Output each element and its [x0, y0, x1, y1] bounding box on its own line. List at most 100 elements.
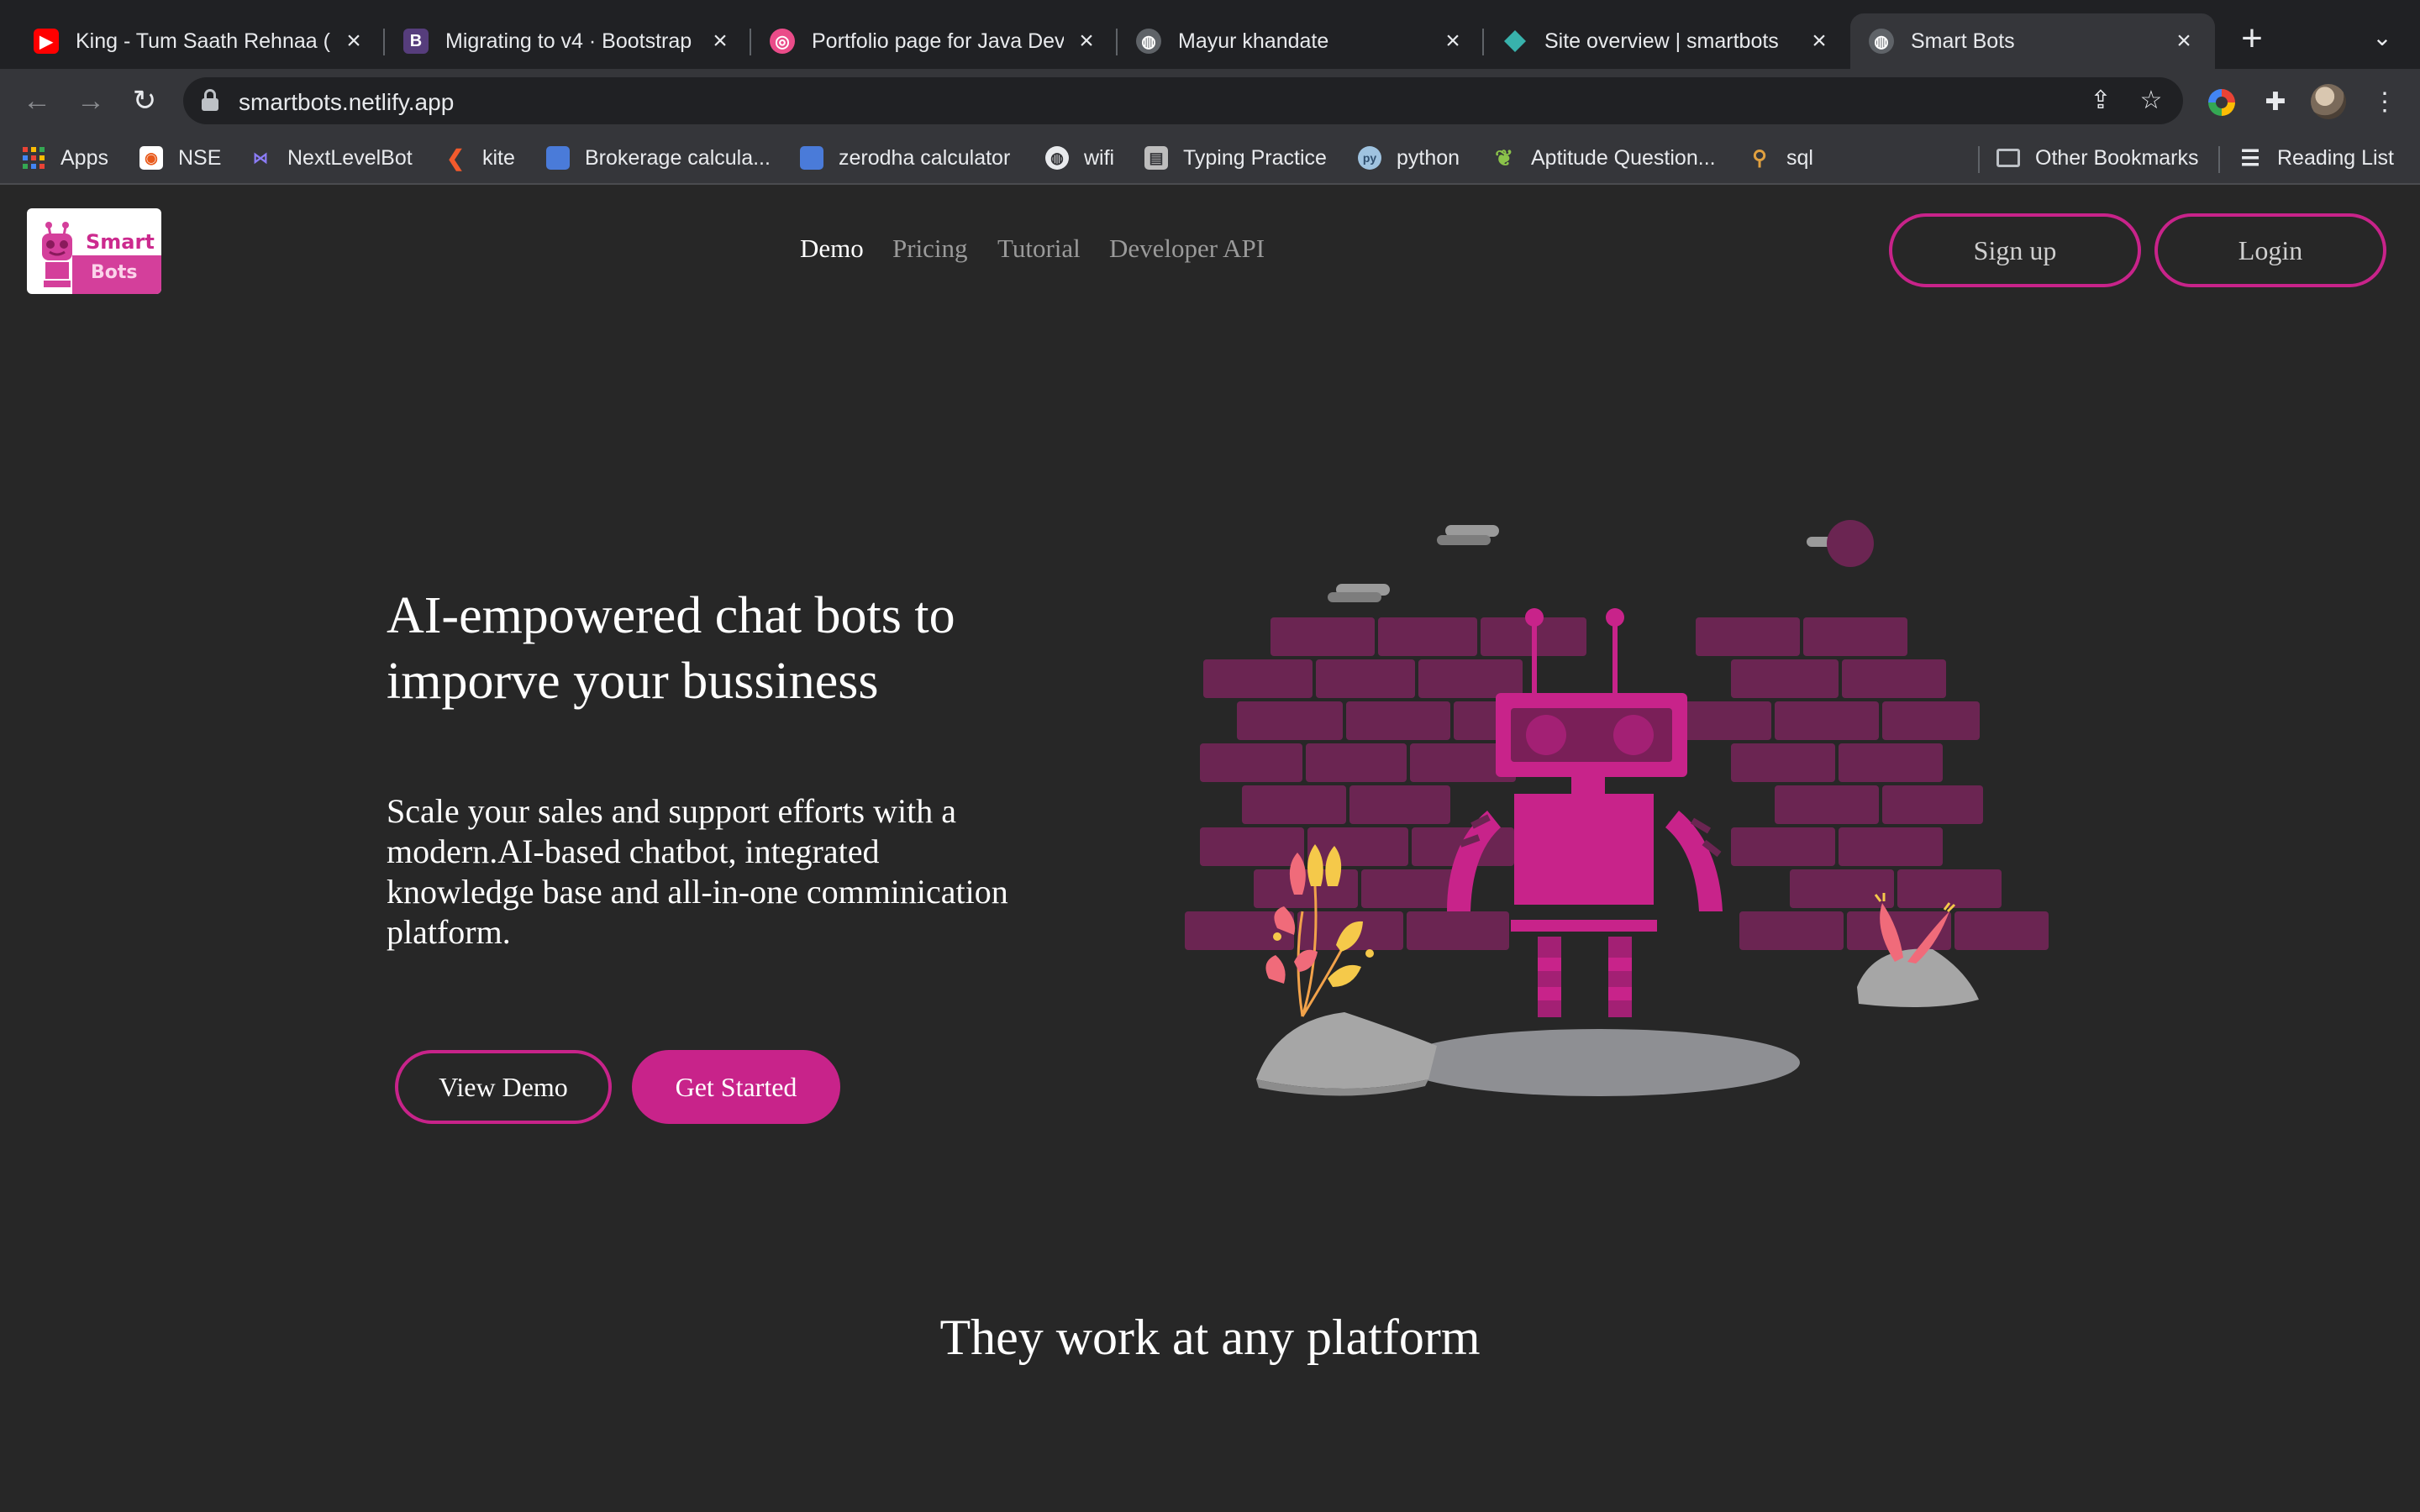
- url-text[interactable]: smartbots.netlify.app: [239, 89, 454, 116]
- get-started-button[interactable]: Get Started: [632, 1050, 840, 1124]
- section-title: They work at any platform: [939, 1310, 1481, 1365]
- more-menu-icon[interactable]: ⋮: [2368, 86, 2402, 119]
- bookmark-aptitude[interactable]: ❦ Aptitude Question...: [1492, 143, 1716, 173]
- bookmark-label: Other Bookmarks: [2035, 145, 2199, 170]
- document-icon: [800, 146, 823, 170]
- new-tab-icon[interactable]: +: [2235, 20, 2269, 57]
- share-icon[interactable]: ⇪: [2087, 87, 2114, 114]
- folder-icon: [1996, 149, 2020, 167]
- globe-icon: ◍: [1136, 29, 1161, 54]
- bookmark-label: python: [1397, 145, 1460, 170]
- bookmarks-divider: [1978, 146, 1980, 173]
- bookmark-python[interactable]: py python: [1358, 143, 1460, 173]
- browser-tab-youtube[interactable]: ▶ King - Tum Saath Rehnaa (C ×: [15, 13, 385, 69]
- tab-title: Portfolio page for Java Dev: [812, 29, 1064, 53]
- tab-title: Mayur khandate: [1178, 29, 1329, 53]
- nextlevelbot-icon: ⋈: [253, 149, 268, 166]
- browser-tab-bootstrap[interactable]: B Migrating to v4 · Bootstrap ×: [385, 13, 751, 69]
- close-tab-icon[interactable]: ×: [1074, 27, 1099, 55]
- lock-icon: [202, 89, 218, 111]
- browser-tab-mayur[interactable]: ◍ Mayur khandate ×: [1118, 13, 1484, 69]
- close-tab-icon[interactable]: ×: [1807, 27, 1832, 55]
- bookmark-label: wifi: [1084, 145, 1115, 170]
- tab-title: King - Tum Saath Rehnaa (C: [76, 29, 331, 53]
- leaf-icon: ❦: [1495, 144, 1513, 171]
- bookmark-label: sql: [1786, 145, 1813, 170]
- nav-link-tutorial[interactable]: Tutorial: [997, 234, 1081, 264]
- bootstrap-icon: B: [403, 29, 429, 54]
- extensions-puzzle-icon[interactable]: ✚: [2259, 86, 2292, 119]
- bookmark-label: Brokerage calcula...: [585, 145, 771, 170]
- nse-icon: ◉: [139, 146, 163, 170]
- bookmark-typing[interactable]: ▤ Typing Practice: [1144, 143, 1327, 173]
- bookmark-label: Typing Practice: [1183, 145, 1327, 170]
- typing-icon: ▤: [1144, 146, 1168, 170]
- webpage: Smart Bots Demo Pricing Tutorial Develop…: [0, 185, 2420, 1512]
- bookmarks-divider: [2218, 146, 2220, 173]
- forward-arrow-icon[interactable]: →: [71, 81, 111, 121]
- close-tab-icon[interactable]: ×: [708, 27, 733, 55]
- reading-list[interactable]: ☰ Reading List: [2238, 143, 2394, 173]
- netlify-icon: [1502, 29, 1528, 54]
- globe-icon: ◍: [1869, 29, 1894, 54]
- tab-title: Migrating to v4 · Bootstrap: [445, 29, 692, 53]
- browser-toolbar: ← → ↻ smartbots.netlify.app ⇪ ☆ ✚ ⋮: [0, 69, 2420, 133]
- hero-title: AI-empowered chat bots to imporve your b…: [387, 587, 955, 710]
- bookmark-apps[interactable]: Apps: [22, 143, 108, 173]
- close-tab-icon[interactable]: ×: [1440, 27, 1465, 55]
- ground-shadow: [1397, 1029, 1800, 1096]
- moon-decoration: [1827, 520, 1874, 567]
- bookmark-zerodha[interactable]: zerodha calculator: [800, 143, 1010, 173]
- reading-list-icon: ☰: [2240, 144, 2260, 171]
- view-demo-button[interactable]: View Demo: [395, 1050, 612, 1124]
- bookmark-label: kite: [482, 145, 515, 170]
- globe-icon: ◍: [1045, 146, 1069, 170]
- document-icon: [546, 146, 570, 170]
- browser-tab-dribbble[interactable]: ◎ Portfolio page for Java Dev ×: [751, 13, 1118, 69]
- bookmark-label: zerodha calculator: [839, 145, 1011, 170]
- bookmark-brokerage[interactable]: Brokerage calcula...: [546, 143, 771, 173]
- python-icon: py: [1358, 146, 1381, 170]
- bookmark-nextlevelbot[interactable]: ⋈ NextLevelBot: [249, 143, 413, 173]
- star-bookmark-icon[interactable]: ☆: [2138, 87, 2165, 114]
- bookmark-kite[interactable]: ❮ kite: [444, 143, 515, 173]
- address-bar[interactable]: smartbots.netlify.app ⇪ ☆: [183, 77, 2183, 124]
- browser-tab-smartbots[interactable]: ◍ Smart Bots ×: [1850, 13, 2215, 69]
- logo-text-bots: Bots: [91, 262, 138, 283]
- kite-icon: ❮: [446, 144, 465, 171]
- chevron-down-icon[interactable]: ⌄: [2365, 24, 2399, 57]
- bookmark-sql[interactable]: ⚲ sql: [1748, 143, 1813, 173]
- dribbble-icon: ◎: [770, 29, 795, 54]
- sql-icon: ⚲: [1752, 146, 1767, 170]
- logo-band: Bots: [72, 255, 161, 294]
- browser-tab-netlify[interactable]: Site overview | smartbots ×: [1484, 13, 1850, 69]
- close-tab-icon[interactable]: ×: [341, 27, 366, 55]
- signup-button[interactable]: Sign up: [1889, 213, 2141, 287]
- bookmark-other[interactable]: Other Bookmarks: [1996, 143, 2199, 173]
- bookmark-wifi[interactable]: ◍ wifi: [1045, 143, 1114, 173]
- bookmark-label: NSE: [178, 145, 222, 170]
- rock-left: [1256, 1012, 1437, 1089]
- nav-link-developer-api[interactable]: Developer API: [1109, 234, 1265, 264]
- color-extension-icon[interactable]: [2208, 89, 2235, 116]
- back-arrow-icon[interactable]: ←: [17, 81, 57, 121]
- nav-link-pricing[interactable]: Pricing: [892, 234, 968, 264]
- bookmarks-bar: Apps ◉ NSE ⋈ NextLevelBot ❮ kite Brokera…: [0, 133, 2420, 185]
- robot-illustration: [1185, 520, 2049, 1096]
- close-tab-icon[interactable]: ×: [2171, 27, 2196, 55]
- bookmark-label: Reading List: [2277, 145, 2394, 170]
- tab-title: Smart Bots: [1911, 29, 2015, 53]
- cloud-decoration: [1328, 525, 1844, 602]
- bookmark-label: Aptitude Question...: [1531, 145, 1716, 170]
- apps-grid-icon: [22, 146, 45, 170]
- reload-icon[interactable]: ↻: [124, 81, 165, 121]
- login-button[interactable]: Login: [2154, 213, 2386, 287]
- site-logo[interactable]: Smart Bots: [27, 208, 161, 294]
- bookmark-label: NextLevelBot: [287, 145, 413, 170]
- profile-avatar[interactable]: [2311, 84, 2346, 119]
- bookmark-nse[interactable]: ◉ NSE: [139, 143, 221, 173]
- nav-link-demo[interactable]: Demo: [800, 234, 864, 264]
- hero-subtitle: Scale your sales and support efforts wit…: [387, 792, 1008, 951]
- bookmark-label: Apps: [60, 145, 108, 170]
- browser-tab-strip: ▶ King - Tum Saath Rehnaa (C × B Migrati…: [0, 0, 2420, 69]
